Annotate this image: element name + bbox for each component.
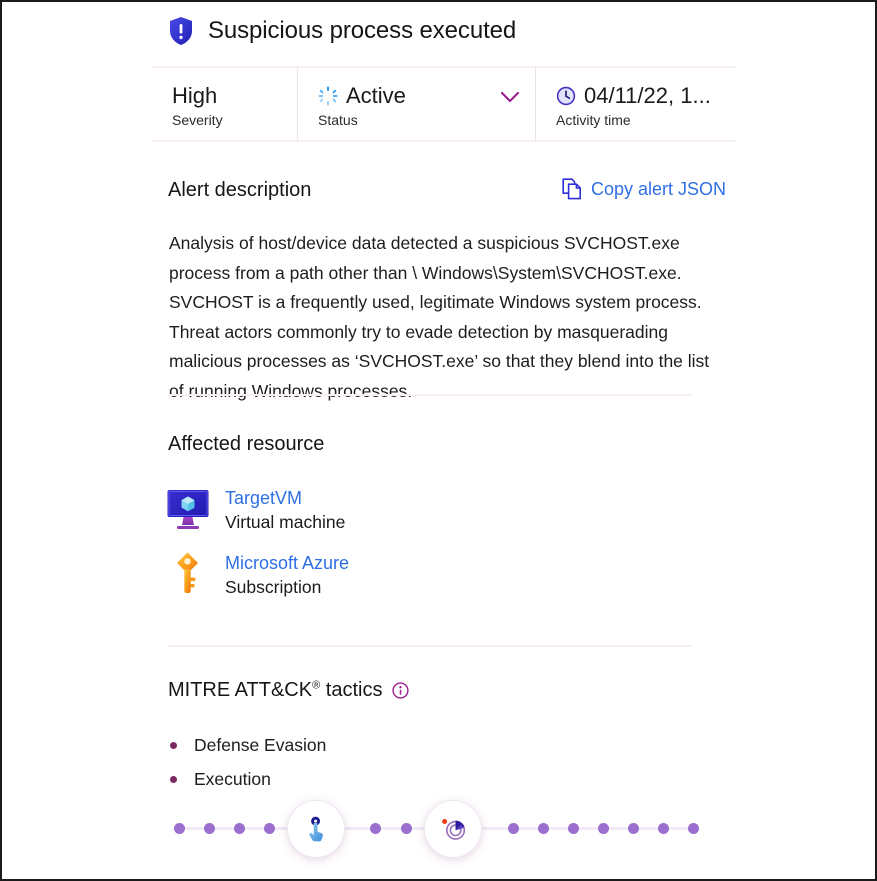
status-label: Status: [318, 112, 358, 128]
timeline-node-click-event[interactable]: [288, 801, 344, 857]
copy-alert-json-button[interactable]: Copy alert JSON: [562, 178, 726, 200]
status-cell[interactable]: Active Status: [297, 68, 535, 140]
divider-description: [168, 394, 692, 396]
timeline-dot[interactable]: [264, 823, 275, 834]
activity-time-cell: 04/11/22, 1... Activity time: [535, 68, 735, 140]
timeline-dot[interactable]: [234, 823, 245, 834]
timeline-node-detection-event[interactable]: [425, 801, 481, 857]
timeline-dot[interactable]: [401, 823, 412, 834]
key-icon: [177, 552, 198, 593]
resource-type-subscription: Subscription: [225, 577, 322, 597]
info-icon[interactable]: [392, 682, 410, 699]
mitre-tactics-heading: MITRE ATT&CK® tactics: [168, 679, 410, 702]
mitre-tactics-list: Defense Evasion Execution: [170, 728, 326, 796]
chevron-down-icon[interactable]: [499, 90, 521, 104]
timeline-dot[interactable]: [688, 823, 699, 834]
click-hand-icon: [309, 816, 323, 842]
alert-description-heading: Alert description: [168, 179, 312, 201]
resource-item-subscription[interactable]: Microsoft Azure Subscription: [165, 550, 349, 600]
divider-resource: [168, 645, 692, 647]
radar-scan-icon: [442, 818, 466, 840]
affected-resource-heading: Affected resource: [168, 433, 325, 455]
timeline-dot[interactable]: [370, 823, 381, 834]
mitre-heading-main: MITRE ATT&CK: [168, 679, 313, 701]
timeline-dot[interactable]: [204, 823, 215, 834]
alert-header: Suspicious process executed: [168, 16, 516, 46]
spinner-icon: [318, 86, 338, 106]
timeline-dot[interactable]: [538, 823, 549, 834]
mitre-heading-tail: tactics: [320, 679, 383, 701]
shield-alert-icon: [170, 17, 192, 45]
timeline-dot[interactable]: [658, 823, 669, 834]
timeline-dot[interactable]: [598, 823, 609, 834]
bullet-icon: [170, 775, 177, 783]
resource-item-vm[interactable]: TargetVM Virtual machine: [165, 485, 345, 535]
resource-type-vm: Virtual machine: [225, 512, 346, 532]
activity-time-label: Activity time: [556, 112, 631, 128]
resource-text-subscription: Microsoft Azure Subscription: [225, 550, 349, 600]
copy-icon: [562, 178, 581, 200]
resource-name-vm[interactable]: TargetVM: [225, 487, 345, 510]
timeline-dot[interactable]: [628, 823, 639, 834]
list-item: Defense Evasion: [170, 728, 326, 762]
mitre-heading-text: MITRE ATT&CK® tactics: [168, 679, 382, 702]
timeline-dot[interactable]: [508, 823, 519, 834]
tactic-label: Defense Evasion: [194, 734, 327, 755]
resource-name-subscription[interactable]: Microsoft Azure: [225, 552, 349, 575]
timeline-dot[interactable]: [568, 823, 579, 834]
mitre-heading-registered: ®: [312, 679, 321, 692]
virtual-machine-icon: [167, 490, 209, 529]
severity-value: High: [172, 83, 218, 108]
timeline-dot[interactable]: [174, 823, 185, 834]
status-strip: High Severity Active Status 04/11/22, 1.…: [152, 66, 735, 142]
clock-icon: [556, 86, 576, 106]
bullet-icon: [170, 741, 177, 749]
resource-text-vm: TargetVM Virtual machine: [225, 485, 345, 535]
activity-time-row: 04/11/22, 1...: [556, 83, 735, 109]
attack-timeline: [152, 787, 722, 877]
status-value: Active: [346, 83, 406, 108]
alert-details-panel: Suspicious process executed High Severit…: [0, 0, 877, 881]
alert-description-body: Analysis of host/device data detected a …: [169, 233, 710, 401]
copy-alert-json-label: Copy alert JSON: [591, 178, 727, 199]
severity-cell: High Severity: [152, 68, 297, 140]
severity-label: Severity: [172, 112, 223, 128]
page-title: Suspicious process executed: [208, 17, 517, 44]
activity-time-value: 04/11/22, 1...: [584, 83, 711, 108]
